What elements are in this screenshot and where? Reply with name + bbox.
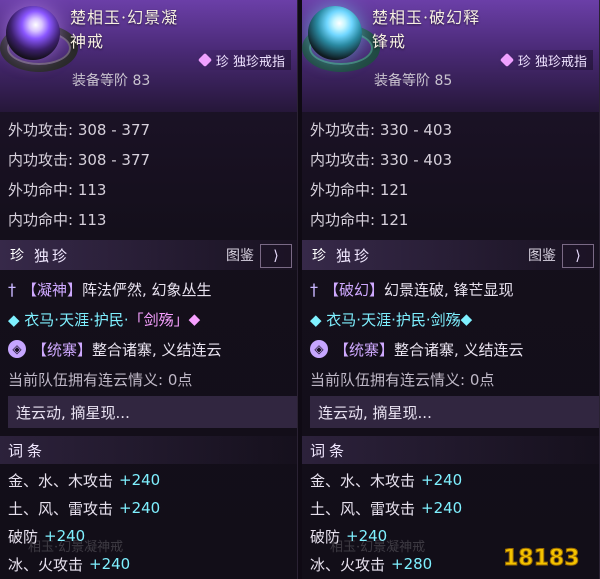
- rarity-badge: 珍 独珍戒指: [193, 50, 291, 70]
- set-members: ◆ 衣马·天涯·护民·剑殇: [310, 310, 461, 329]
- diamond-icon: [197, 52, 212, 68]
- stat-row: 内功攻击: 308 - 377: [8, 150, 151, 169]
- team-status: 当前队伍拥有连云情义: 0点: [310, 370, 495, 389]
- arrow-right-icon: ⟩: [575, 248, 581, 264]
- effect-line: † 【凝神】 阵法俨然, 幻象丛生: [0, 274, 297, 304]
- section-badge: 珍: [312, 248, 326, 264]
- cizhu-title: 词条: [0, 436, 297, 464]
- team-status: 当前队伍拥有连云情义: 0点: [8, 370, 193, 389]
- stat-row: 内功攻击: 330 - 403: [310, 150, 453, 169]
- section-title: 独珍: [336, 246, 373, 265]
- set-highlight: 「剑殇」: [128, 310, 189, 329]
- effect-text: 整合诸寨, 义结连云: [92, 340, 222, 359]
- effect-tag: 【凝神】: [22, 280, 83, 299]
- background-caption: 相玉·幻景凝神戒: [28, 540, 124, 555]
- site-logo: 18183: [503, 546, 581, 572]
- set-bullet: ◆: [188, 310, 201, 328]
- item-header: 楚相玉·幻景凝 神戒 珍 独珍戒指 装备等阶 83: [0, 0, 297, 112]
- stat-row: 外功命中: 121: [310, 180, 409, 199]
- diamond-icon: [499, 52, 514, 68]
- stat-row: 外功命中: 113: [8, 180, 107, 199]
- effect-tag: 【统寨】: [334, 340, 395, 359]
- cizhu-row: 金、水、木攻击 +240: [8, 471, 161, 490]
- emblem-icon: ◈: [310, 340, 328, 358]
- section-header: 珍 独珍 图鉴 ⟩: [0, 240, 297, 270]
- item-name: 楚相玉·破幻释 锋戒: [372, 8, 481, 51]
- effect-text: 阵法俨然, 幻象丛生: [82, 280, 212, 299]
- effect-lines: † 【凝神】 阵法俨然, 幻象丛生 ◆ 衣马·天涯·护民· 「剑殇」 ◆ ◈ 【…: [0, 274, 297, 394]
- motto: 连云动, 摘星现...: [8, 396, 297, 428]
- dagger-icon: †: [310, 280, 318, 299]
- stat-row: 内功命中: 113: [8, 210, 107, 229]
- compare-panels: 楚相玉·幻景凝 神戒 珍 独珍戒指 装备等阶 83 外功攻击: 308 - 37…: [0, 0, 600, 579]
- effect-text: 幻景连破, 锋芒显现: [384, 280, 514, 299]
- rarity-badge: 珍 独珍戒指: [495, 50, 593, 70]
- cizhu-row: 土、风、雷攻击 +240: [8, 499, 161, 518]
- item-name: 楚相玉·幻景凝 神戒: [70, 8, 179, 51]
- gem-icon: [308, 6, 362, 60]
- arrow-right-icon: ⟩: [273, 248, 279, 264]
- cizhu-row: 土、风、雷攻击 +240: [310, 499, 463, 518]
- tujian-button[interactable]: ⟩: [562, 244, 594, 268]
- emblem-icon: ◈: [8, 340, 26, 358]
- equip-level: 装备等阶 85: [374, 73, 453, 89]
- cizhu-row: 金、水、木攻击 +240: [310, 471, 463, 490]
- stat-row: 外功攻击: 308 - 377: [8, 120, 151, 139]
- effect-lines: † 【破幻】 幻景连破, 锋芒显现 ◆ 衣马·天涯·护民·剑殇 ◆ ◈ 【统寨】…: [302, 274, 599, 394]
- equip-level: 装备等阶 83: [72, 73, 151, 89]
- motto: 连云动, 摘星现...: [310, 396, 599, 428]
- base-stats: 外功攻击: 330 - 403 内功攻击: 330 - 403 外功命中: 12…: [302, 114, 599, 234]
- cizhu-title: 词条: [302, 436, 599, 464]
- cizhu-list: 金、水、木攻击 +240 土、风、雷攻击 +240 破防 +240 冰、火攻击 +240: [0, 466, 297, 578]
- gem-icon: [6, 6, 60, 60]
- set-bullet: ◆: [460, 310, 473, 328]
- base-stats: 外功攻击: 308 - 377 内功攻击: 308 - 377 外功命中: 11…: [0, 114, 297, 234]
- set-line: ◆ 衣马·天涯·护民· 「剑殇」 ◆: [0, 304, 297, 334]
- effect-line: † 【破幻】 幻景连破, 锋芒显现: [302, 274, 599, 304]
- tujian-button[interactable]: ⟩: [260, 244, 292, 268]
- item-tooltip-right: 楚相玉·破幻释 锋戒 珍 独珍戒指 装备等阶 85 外功攻击: 330 - 40…: [302, 0, 600, 579]
- item-tooltip-left: 楚相玉·幻景凝 神戒 珍 独珍戒指 装备等阶 83 外功攻击: 308 - 37…: [0, 0, 298, 579]
- logo-text: 18183: [503, 546, 580, 571]
- effect-text: 整合诸寨, 义结连云: [394, 340, 524, 359]
- set-members: ◆ 衣马·天涯·护民·: [8, 310, 129, 329]
- section-title: 独珍: [34, 246, 71, 265]
- item-header: 楚相玉·破幻释 锋戒 珍 独珍戒指 装备等阶 85: [302, 0, 599, 112]
- effect-tag: 【破幻】: [324, 280, 385, 299]
- section-header: 珍 独珍 图鉴 ⟩: [302, 240, 599, 270]
- section-badge: 珍: [10, 248, 24, 264]
- effect-line: ◈ 【统寨】 整合诸寨, 义结连云: [0, 334, 297, 364]
- set-line: ◆ 衣马·天涯·护民·剑殇 ◆: [302, 304, 599, 334]
- dagger-icon: †: [8, 280, 16, 299]
- effect-tag: 【统寨】: [32, 340, 93, 359]
- effect-line: ◈ 【统寨】 整合诸寨, 义结连云: [302, 334, 599, 364]
- stat-row: 内功命中: 121: [310, 210, 409, 229]
- stat-row: 外功攻击: 330 - 403: [310, 120, 453, 139]
- background-caption: 相玉·幻景凝神戒: [330, 540, 426, 555]
- tujian-label: 图鉴: [528, 248, 556, 264]
- tujian-label: 图鉴: [226, 248, 254, 264]
